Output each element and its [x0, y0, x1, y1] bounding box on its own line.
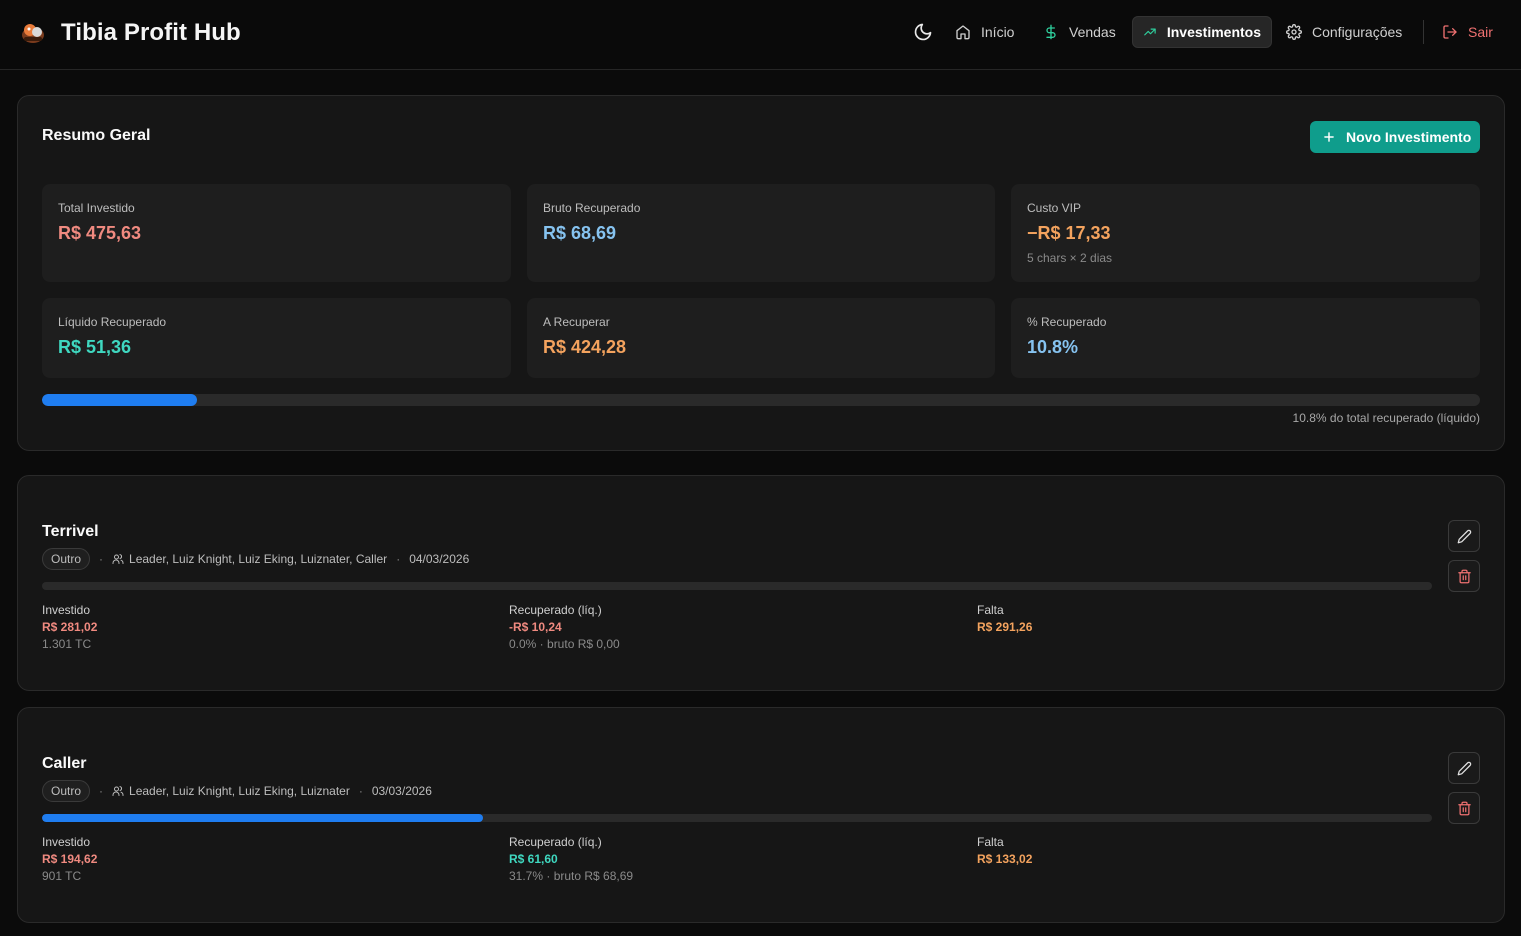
new-investment-button[interactable]: Novo Investimento	[1310, 121, 1480, 153]
investment-title: Terrivel	[42, 523, 99, 540]
investido-sub: 901 TC	[42, 869, 82, 883]
nav-investimentos-label: Investimentos	[1166, 24, 1261, 40]
investment-members: Leader, Luiz Knight, Luiz Eking, Luiznat…	[129, 784, 350, 798]
logout-button[interactable]: Sair	[1432, 16, 1503, 48]
investido-value: R$ 281,02	[42, 620, 98, 634]
stat-label: % Recuperado	[1027, 315, 1107, 329]
gear-icon	[1286, 24, 1302, 40]
app-title: Tibia Profit Hub	[61, 19, 241, 46]
recuperado-label: Recuperado (líq.)	[509, 603, 602, 617]
moon-icon[interactable]	[913, 22, 933, 42]
logout-icon	[1443, 25, 1457, 39]
delete-button[interactable]	[1448, 560, 1480, 592]
edit-button[interactable]	[1448, 520, 1480, 552]
stat-label: Custo VIP	[1027, 201, 1082, 215]
top-bar: Tibia Profit Hub Início Vendas Investime…	[0, 0, 1521, 70]
recuperado-sub: 31.7% · bruto R$ 68,69	[509, 869, 634, 883]
investment-progress-fill	[42, 814, 483, 822]
investment-tag: Outro	[42, 548, 91, 570]
nav-inicio-label: Início	[981, 24, 1015, 40]
separator: ·	[358, 784, 363, 798]
stat-value: R$ 475,63	[58, 223, 142, 243]
investment-card: Caller Outro · Leader, Luiz Knight, Luiz…	[17, 707, 1505, 923]
investment-meta: Outro · Leader, Luiz Knight, Luiz Eking,…	[42, 548, 469, 570]
investido-column: Investido R$ 281,02 1.301 TC	[42, 603, 97, 651]
investido-column: Investido R$ 194,62 901 TC	[42, 835, 97, 883]
nav-divider	[1423, 20, 1424, 44]
investment-date: 03/03/2026	[371, 784, 432, 798]
home-icon	[956, 25, 970, 40]
falta-column: Falta R$ 291,26	[977, 603, 1032, 634]
recuperado-label: Recuperado (líq.)	[509, 835, 602, 849]
recuperado-value: -R$ 10,24	[509, 620, 562, 634]
stat-liquido-recuperado: Líquido Recuperado R$ 51,36	[42, 298, 511, 378]
investment-meta: Outro · Leader, Luiz Knight, Luiz Eking,…	[42, 780, 432, 802]
stat-value: −R$ 17,33	[1027, 223, 1111, 243]
summary-title: Resumo Geral	[42, 127, 151, 144]
stat-custo-vip: Custo VIP −R$ 17,33 5 chars × 2 dias	[1011, 184, 1480, 282]
delete-button[interactable]	[1448, 792, 1480, 824]
pencil-icon	[1457, 529, 1471, 543]
stat-value: R$ 51,36	[58, 337, 132, 357]
separator: ·	[99, 552, 104, 566]
investment-members: Leader, Luiz Knight, Luiz Eking, Luiznat…	[129, 552, 388, 566]
stat-a-recuperar: A Recuperar R$ 424,28	[527, 298, 995, 378]
recuperado-sub: 0.0% · bruto R$ 0,00	[509, 637, 620, 651]
stat-value: R$ 424,28	[543, 337, 627, 357]
stat-label: Bruto Recuperado	[543, 201, 641, 215]
falta-value: R$ 291,26	[977, 620, 1033, 634]
edit-button[interactable]	[1448, 752, 1480, 784]
pencil-icon	[1457, 761, 1471, 775]
stat-label: Líquido Recuperado	[58, 315, 167, 329]
falta-label: Falta	[977, 835, 1004, 849]
plus-icon	[1324, 132, 1334, 142]
stat-value: R$ 68,69	[543, 223, 617, 243]
app-logo-icon	[22, 24, 44, 43]
nav-configuracoes[interactable]: Configurações	[1276, 16, 1412, 48]
recuperado-value: R$ 61,60	[509, 852, 558, 866]
falta-label: Falta	[977, 603, 1004, 617]
stat-total-investido: Total Investido R$ 475,63	[42, 184, 511, 282]
stat-label: Total Investido	[58, 201, 135, 215]
investido-sub: 1.301 TC	[42, 637, 92, 651]
trash-icon	[1457, 569, 1471, 583]
investido-label: Investido	[42, 603, 91, 617]
trending-up-icon	[1144, 28, 1156, 36]
investido-label: Investido	[42, 835, 91, 849]
summary-progress-fill	[42, 394, 198, 406]
nav-vendas-label: Vendas	[1069, 24, 1116, 40]
separator: ·	[99, 784, 104, 798]
nav-vendas[interactable]: Vendas	[1033, 16, 1126, 48]
stat-sub: 5 chars × 2 dias	[1027, 251, 1113, 265]
trash-icon	[1457, 801, 1471, 815]
recuperado-column: Recuperado (líq.) R$ 61,60 31.7% · bruto…	[509, 835, 633, 883]
nav-inicio[interactable]: Início	[945, 16, 1024, 48]
logout-label: Sair	[1468, 24, 1493, 40]
dollar-icon	[1046, 24, 1056, 40]
summary-progress-bar	[42, 394, 1480, 406]
investment-title: Caller	[42, 755, 87, 772]
investment-progress-bar	[42, 582, 1432, 590]
falta-column: Falta R$ 133,02	[977, 835, 1032, 866]
separator: ·	[396, 552, 401, 566]
falta-value: R$ 133,02	[977, 852, 1033, 866]
investment-tag: Outro	[42, 780, 91, 802]
investment-card: Terrivel Outro · Leader, Luiz Knight, Lu…	[17, 475, 1505, 691]
users-icon	[112, 554, 124, 564]
stat-label: A Recuperar	[543, 315, 610, 329]
stat-bruto-recuperado: Bruto Recuperado R$ 68,69	[527, 184, 995, 282]
recuperado-column: Recuperado (líq.) -R$ 10,24 0.0% · bruto…	[509, 603, 620, 651]
stat-value: 10.8%	[1027, 337, 1079, 357]
summary-card: Resumo Geral Novo Investimento Total Inv…	[17, 95, 1505, 451]
nav-configuracoes-label: Configurações	[1312, 24, 1403, 40]
investment-progress-bar	[42, 814, 1432, 822]
new-investment-label: Novo Investimento	[1346, 129, 1472, 145]
users-icon	[112, 786, 124, 796]
nav-investimentos[interactable]: Investimentos	[1132, 16, 1272, 48]
investido-value: R$ 194,62	[42, 852, 98, 866]
summary-progress-caption: 10.8% do total recuperado (líquido)	[1292, 411, 1480, 425]
investment-date: 04/03/2026	[409, 552, 470, 566]
stat-pct-recuperado: % Recuperado 10.8%	[1011, 298, 1480, 378]
